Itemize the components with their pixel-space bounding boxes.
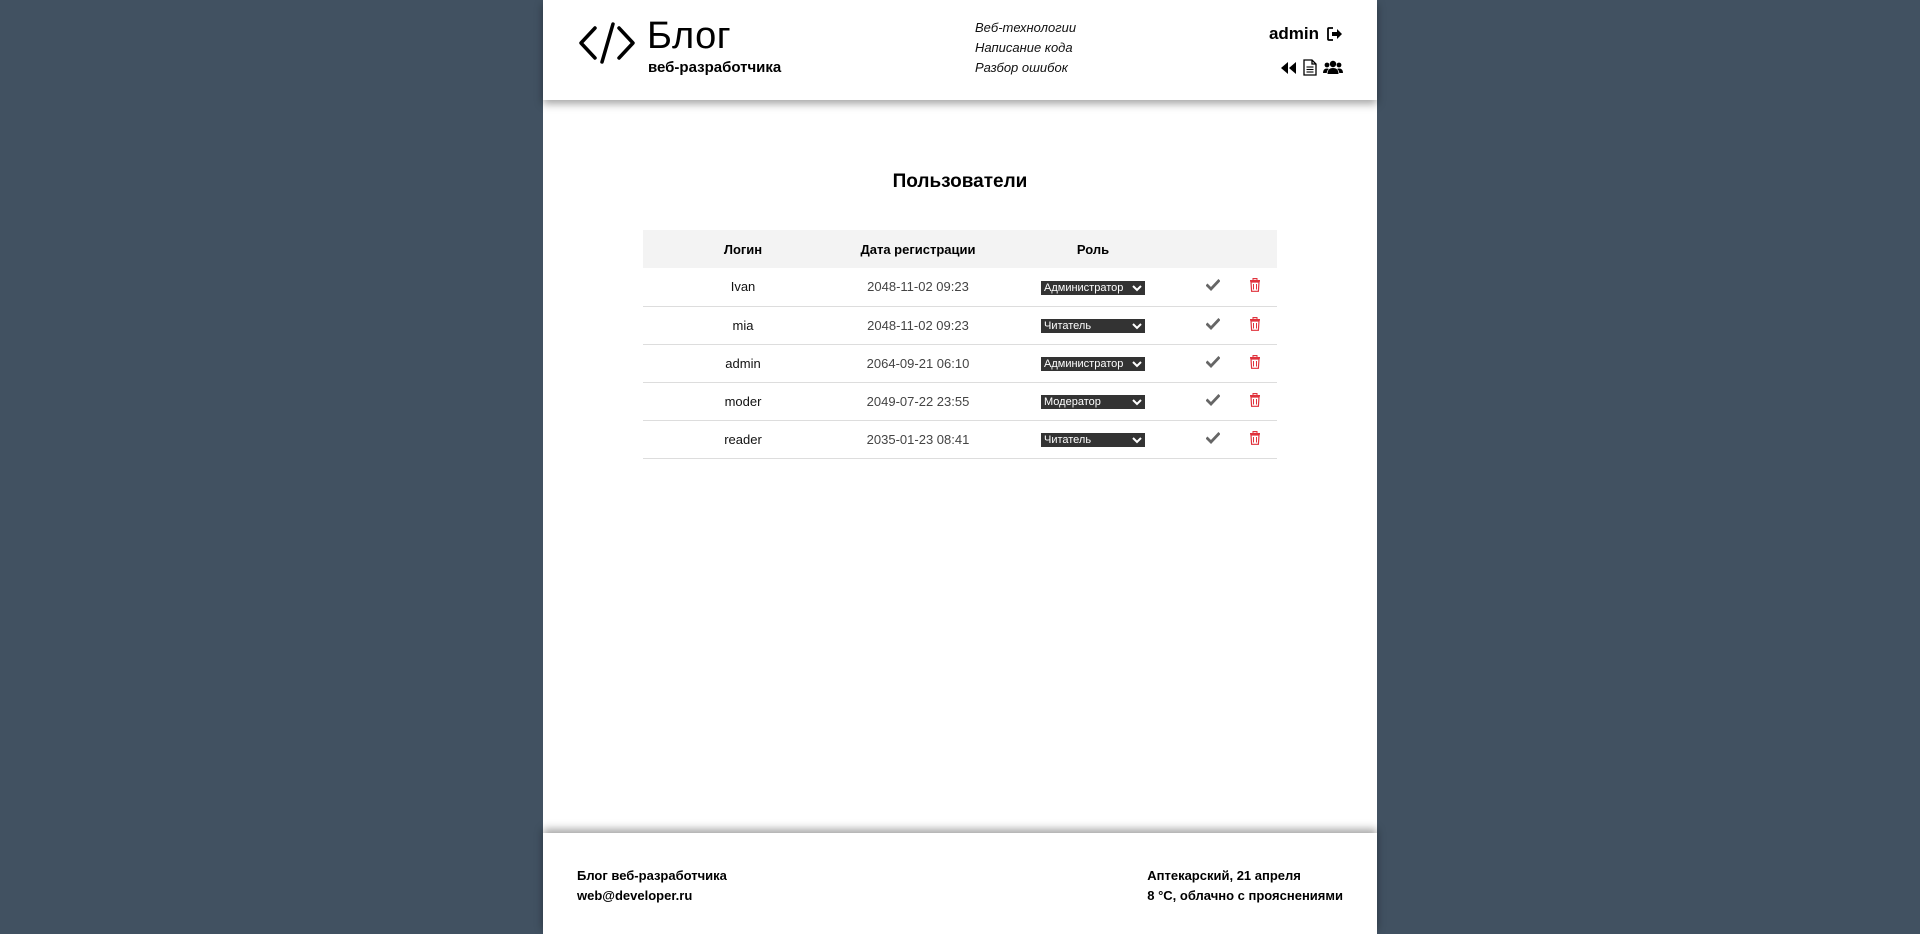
save-check-icon[interactable] <box>1206 431 1220 444</box>
user-registration-date: 2049-07-22 23:55 <box>843 382 993 421</box>
column-header-date: Дата регистрации <box>843 230 993 268</box>
delete-cell <box>1233 420 1277 459</box>
role-select-value: Администратор <box>1044 281 1124 294</box>
footer-contacts: Блог веб-разработчика web@developer.ru <box>577 866 727 906</box>
table-row: moder 2049-07-22 23:55 Модератор <box>643 382 1277 421</box>
role-cell: Читатель <box>993 420 1193 459</box>
document-icon[interactable] <box>1303 59 1317 76</box>
save-cell <box>1193 344 1233 383</box>
role-select[interactable]: Читатель <box>1041 433 1145 447</box>
column-header-role: Роль <box>993 230 1193 268</box>
role-select-value: Читатель <box>1044 434 1092 446</box>
delete-cell <box>1233 306 1277 345</box>
footer-location-date: Аптекарский, 21 апреля <box>1147 868 1301 883</box>
users-icon[interactable] <box>1323 60 1343 76</box>
save-check-icon[interactable] <box>1206 393 1220 406</box>
role-cell: Модератор <box>993 382 1193 421</box>
save-check-icon[interactable] <box>1206 355 1220 368</box>
chevron-down-icon <box>1132 437 1142 444</box>
role-select-value: Администратор <box>1044 358 1124 370</box>
code-logo-icon[interactable] <box>577 20 637 66</box>
footer-email[interactable]: web@developer.ru <box>577 886 727 906</box>
admin-tools <box>1280 59 1343 76</box>
delete-cell <box>1233 382 1277 421</box>
chevron-down-icon <box>1132 399 1142 406</box>
table-row: Ivan 2048-11-02 09:23 Администратор <box>643 268 1277 307</box>
save-check-icon[interactable] <box>1206 279 1220 292</box>
username[interactable]: admin <box>1269 24 1319 44</box>
role-select[interactable]: Модератор <box>1041 395 1145 409</box>
chevron-down-icon <box>1132 285 1142 292</box>
footer-weather-info: 8 °C, облачно с прояснениями <box>1147 888 1343 903</box>
page: Блог веб-разработчика Веб-технологии Нап… <box>543 0 1377 934</box>
user-login: reader <box>643 420 843 459</box>
footer-weather: Аптекарский, 21 апреля 8 °C, облачно с п… <box>1147 866 1343 906</box>
users-table: Логин Дата регистрации Роль Ivan 2048-11… <box>643 230 1277 459</box>
table-row: reader 2035-01-23 08:41 Читатель <box>643 420 1277 459</box>
save-cell <box>1193 382 1233 421</box>
users-table-body: Ivan 2048-11-02 09:23 Администратор mia … <box>643 268 1277 459</box>
delete-trash-icon[interactable] <box>1249 392 1261 407</box>
save-cell <box>1193 420 1233 459</box>
user-login: admin <box>643 344 843 383</box>
table-row: admin 2064-09-21 06:10 Администратор <box>643 344 1277 383</box>
table-row: mia 2048-11-02 09:23 Читатель <box>643 306 1277 345</box>
user-login: Ivan <box>643 268 843 307</box>
user-block: admin <box>1269 24 1343 44</box>
column-header-save <box>1193 230 1233 268</box>
category-nav: Веб-технологии Написание кода Разбор оши… <box>975 18 1076 78</box>
delete-cell <box>1233 268 1277 307</box>
save-check-icon[interactable] <box>1206 317 1220 330</box>
role-cell: Администратор <box>993 344 1193 383</box>
delete-trash-icon[interactable] <box>1249 354 1261 369</box>
table-header-row: Логин Дата регистрации Роль <box>643 230 1277 268</box>
page-title: Пользователи <box>892 171 1028 192</box>
user-login: moder <box>643 382 843 421</box>
logo-title[interactable]: Блог <box>647 14 731 58</box>
nav-link-coding[interactable]: Написание кода <box>975 38 1076 58</box>
user-registration-date: 2064-09-21 06:10 <box>843 344 993 383</box>
back-icon[interactable] <box>1280 61 1297 75</box>
nav-link-web-tech[interactable]: Веб-технологии <box>975 18 1076 38</box>
user-registration-date: 2048-11-02 09:23 <box>843 268 993 307</box>
user-login: mia <box>643 306 843 345</box>
delete-trash-icon[interactable] <box>1249 430 1261 445</box>
role-cell: Администратор <box>993 268 1193 307</box>
site-header: Блог веб-разработчика Веб-технологии Нап… <box>543 0 1377 100</box>
role-select[interactable]: Читатель <box>1041 319 1145 333</box>
role-select[interactable]: Администратор <box>1041 280 1145 295</box>
chevron-down-icon <box>1132 323 1142 330</box>
delete-trash-icon[interactable] <box>1249 278 1261 293</box>
column-header-delete <box>1233 230 1277 268</box>
role-select-value: Читатель <box>1044 320 1092 332</box>
user-registration-date: 2035-01-23 08:41 <box>843 420 993 459</box>
user-registration-date: 2048-11-02 09:23 <box>843 306 993 345</box>
site-footer: Блог веб-разработчика web@developer.ru А… <box>543 833 1377 934</box>
delete-trash-icon[interactable] <box>1249 316 1261 331</box>
role-select[interactable]: Администратор <box>1041 357 1145 371</box>
save-cell <box>1193 268 1233 307</box>
delete-cell <box>1233 344 1277 383</box>
column-header-login: Логин <box>643 230 843 268</box>
nav-link-bug-analysis[interactable]: Разбор ошибок <box>975 58 1076 78</box>
logout-icon[interactable] <box>1327 27 1343 41</box>
logo-subtitle: веб-разработчика <box>648 59 782 76</box>
footer-blog-name: Блог веб-разработчика <box>577 868 727 883</box>
save-cell <box>1193 306 1233 345</box>
chevron-down-icon <box>1132 361 1142 368</box>
role-select-value: Модератор <box>1044 396 1101 408</box>
role-cell: Читатель <box>993 306 1193 345</box>
